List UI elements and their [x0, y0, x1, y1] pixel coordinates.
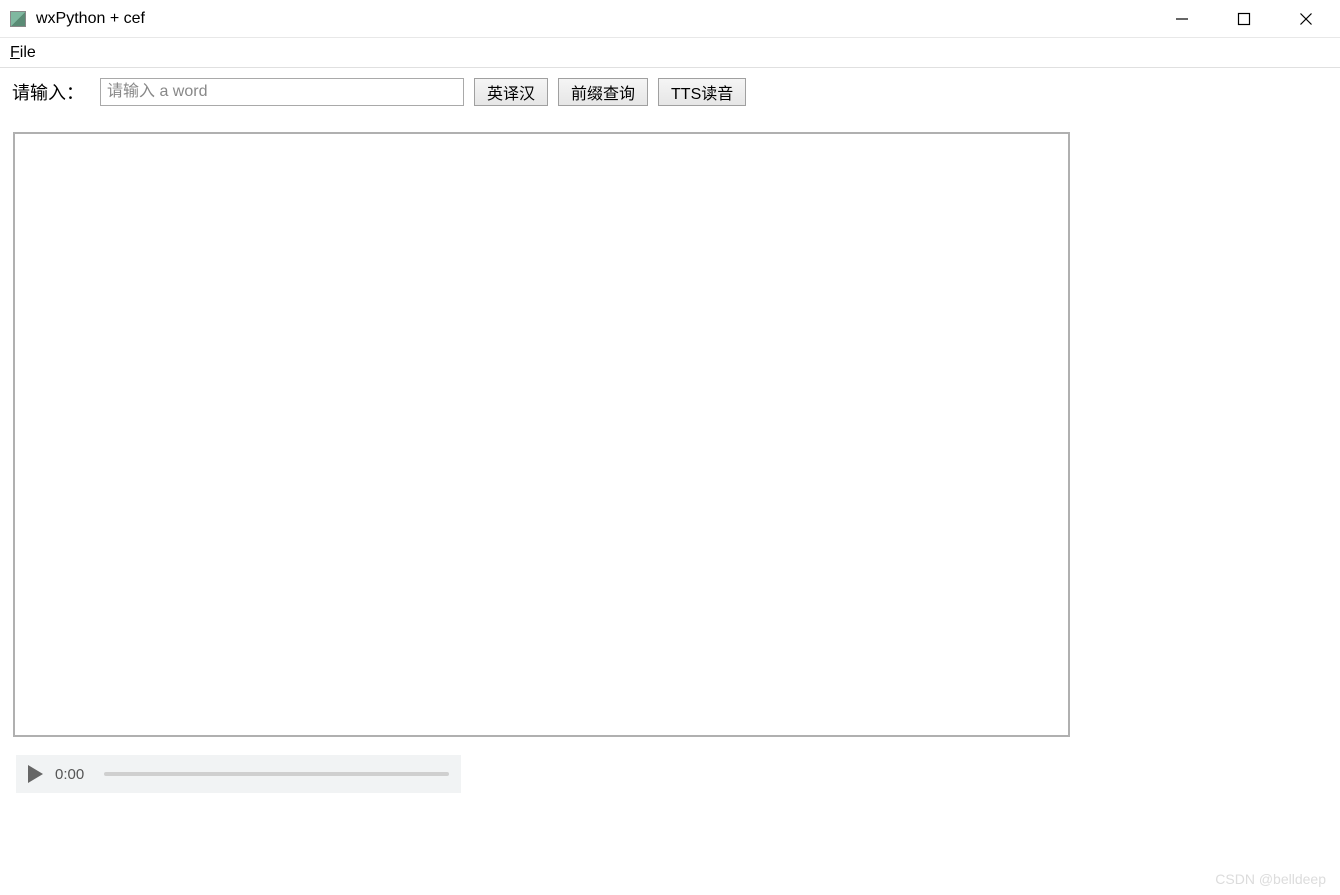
input-label: 请输入： [12, 79, 84, 105]
window-title: wxPython + cef [36, 10, 1170, 28]
prefix-query-button[interactable]: 前缀查询 [558, 78, 648, 106]
menu-file-rest: ile [20, 44, 36, 61]
menu-file[interactable]: File [10, 44, 36, 62]
watermark-text: CSDN @belldeep [1215, 871, 1326, 887]
maximize-icon [1237, 12, 1251, 26]
close-icon [1299, 12, 1313, 26]
audio-progress[interactable] [104, 772, 449, 776]
menu-bar: File [0, 38, 1340, 68]
menu-file-mnemonic: F [10, 44, 20, 61]
title-bar: wxPython + cef [0, 0, 1340, 38]
play-icon[interactable] [28, 765, 43, 783]
translate-button[interactable]: 英译汉 [474, 78, 548, 106]
close-button[interactable] [1294, 7, 1318, 31]
browser-content[interactable] [13, 132, 1070, 737]
toolbar: 请输入： 英译汉 前缀查询 TTS读音 [0, 68, 1340, 114]
minimize-icon [1175, 12, 1189, 26]
audio-time: 0:00 [55, 766, 84, 783]
window-controls [1170, 7, 1330, 31]
search-input[interactable] [100, 78, 464, 106]
audio-player: 0:00 [16, 755, 461, 793]
app-icon [10, 11, 26, 27]
minimize-button[interactable] [1170, 7, 1194, 31]
tts-button[interactable]: TTS读音 [658, 78, 746, 106]
maximize-button[interactable] [1232, 7, 1256, 31]
